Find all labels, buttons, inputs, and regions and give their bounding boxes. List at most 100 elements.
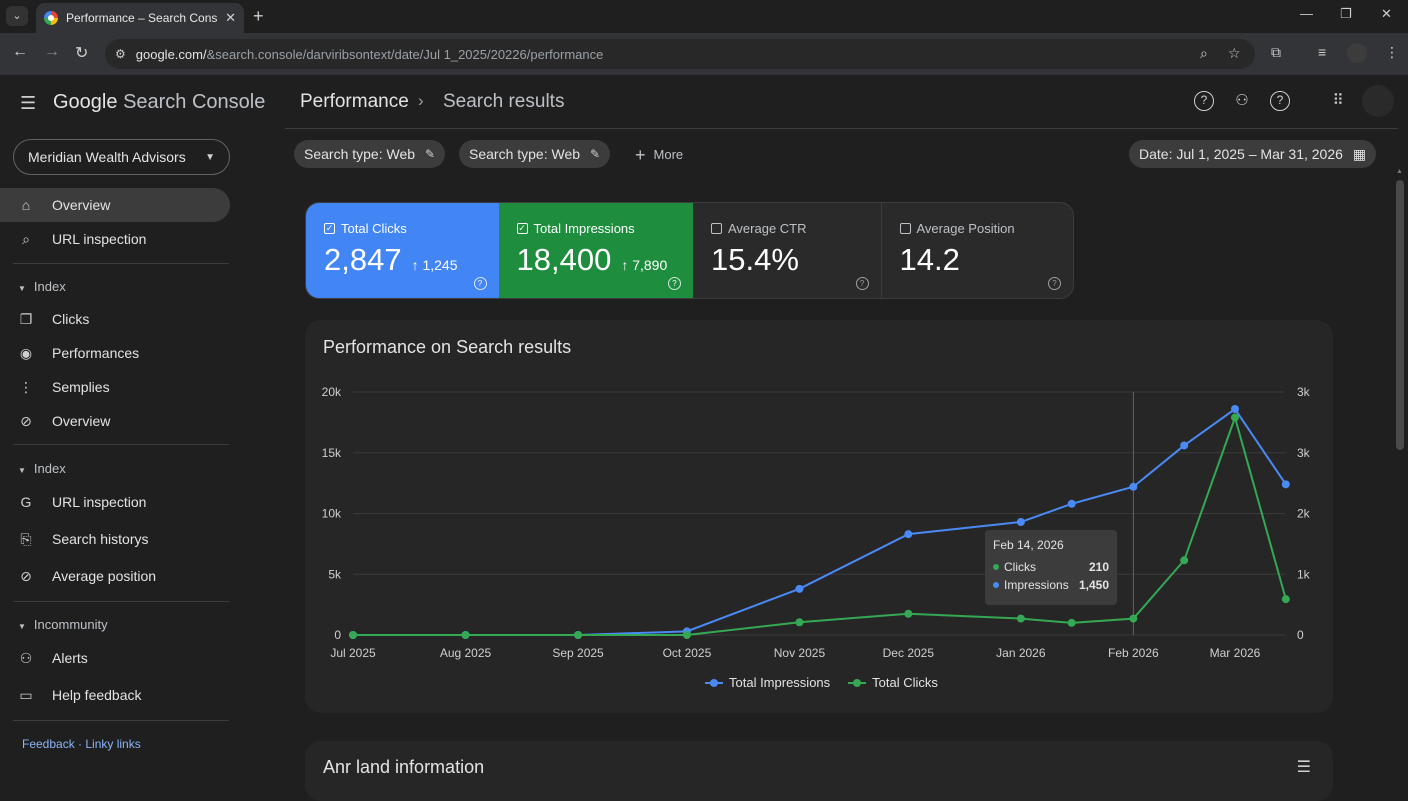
sidebar-item-url-inspection[interactable]: ⌕ URL inspection bbox=[0, 222, 230, 256]
search-type-chip-2[interactable]: Search type: Web ✎ bbox=[459, 140, 611, 168]
average-ctr-value: 15.4% bbox=[710, 242, 799, 277]
total-impressions-value: 18,400 bbox=[516, 242, 612, 277]
tab-title: Performance – Search Console bbox=[66, 11, 218, 25]
metric-card-average-ctr[interactable]: Average CTR 15.4% ? bbox=[693, 203, 882, 298]
reload-icon[interactable]: ↻ bbox=[75, 43, 88, 63]
browser-profile-avatar[interactable] bbox=[1347, 43, 1367, 63]
apps-grid-icon[interactable]: ⠿ bbox=[1328, 91, 1348, 111]
sidebar-item-search-historys[interactable]: ⎘ Search historys bbox=[0, 522, 230, 556]
metric-card-total-impressions[interactable]: ✓ Total Impressions 18,400 ↑ 7,890 ? bbox=[498, 203, 693, 298]
clicks-point bbox=[795, 618, 804, 627]
bookmark-star-icon[interactable]: ☆ bbox=[1228, 45, 1241, 62]
edit-pencil-icon: ✎ bbox=[425, 147, 436, 161]
x-tick-label: Feb 2026 bbox=[1108, 646, 1159, 660]
extensions-icon[interactable]: ⧉ bbox=[1271, 44, 1281, 61]
sidebar-section-incommunity[interactable]: ▼ Incommunity bbox=[18, 617, 108, 632]
sidebar: Meridian Wealth Advisors ▼ ⌂ Overview ⌕ … bbox=[0, 129, 242, 768]
calendar-icon: ▦ bbox=[1352, 145, 1367, 162]
sidebar-item-semplies[interactable]: ⋮ Semplies bbox=[0, 370, 230, 404]
pages-icon: ❐ bbox=[19, 310, 33, 327]
restore-icon[interactable]: ❐ bbox=[1340, 6, 1352, 22]
y-left-tick-label: 20k bbox=[322, 385, 342, 399]
clicks-point bbox=[574, 631, 583, 639]
metric-cards: ✓ Total Clicks 2,847 ↑ 1,245 ? ✓ Total Impr… bbox=[305, 202, 1074, 299]
users-settings-icon[interactable]: ⚇ bbox=[1232, 91, 1252, 111]
sidebar-item-clicks[interactable]: ❐ Clicks bbox=[0, 302, 230, 336]
edit-pencil-icon: ✎ bbox=[590, 147, 601, 161]
help-icon[interactable]: ? bbox=[1194, 91, 1214, 111]
total-impressions-delta: ↑ 7,890 bbox=[621, 257, 668, 273]
sidebar-divider bbox=[13, 720, 229, 721]
tab-close-icon[interactable]: ✕ bbox=[225, 10, 236, 26]
clicks-point bbox=[349, 631, 357, 639]
metric-card-average-position[interactable]: Average Position 14.2 ? bbox=[882, 203, 1074, 298]
back-arrow-icon[interactable]: ← bbox=[12, 43, 28, 61]
site-info-icon[interactable]: ⚙ bbox=[115, 47, 126, 61]
help-circle-icon[interactable]: ? bbox=[855, 277, 869, 290]
x-tick-label: Aug 2025 bbox=[440, 646, 492, 660]
impressions-point bbox=[1067, 499, 1076, 508]
y-right-tick-label: 1k bbox=[1297, 567, 1311, 581]
legend-total-clicks[interactable]: Total Clicks bbox=[848, 675, 938, 690]
search-console-logo[interactable]: Google Search Console bbox=[53, 91, 265, 114]
browser-tab[interactable]: Performance – Search Console ✕ bbox=[36, 3, 244, 33]
property-selector[interactable]: Meridian Wealth Advisors ▼ bbox=[13, 139, 230, 175]
clicks-point bbox=[1016, 614, 1025, 623]
sidebar-item-average-position[interactable]: ⊘ Average position bbox=[0, 559, 230, 593]
more-filters-button[interactable]: + More bbox=[635, 145, 683, 166]
new-tab-plus-icon[interactable]: + bbox=[253, 6, 264, 27]
checkbox-unchecked-icon[interactable] bbox=[710, 223, 722, 234]
forward-arrow-icon[interactable]: → bbox=[44, 43, 60, 61]
impressions-dot-icon bbox=[993, 582, 999, 588]
zoom-search-icon[interactable]: ⌕ bbox=[1200, 45, 1208, 62]
dropdown-caret-icon: ▼ bbox=[205, 151, 215, 163]
legend-total-impressions[interactable]: Total Impressions bbox=[705, 675, 830, 690]
browser-menu-icon[interactable]: ⋮ bbox=[1385, 44, 1399, 61]
help-circle-icon[interactable]: ? bbox=[1048, 277, 1061, 290]
clicks-point bbox=[1231, 413, 1239, 422]
sidebar-item-overview[interactable]: ⌂ Overview bbox=[0, 188, 230, 222]
tooltip-date: Feb 14, 2026 bbox=[993, 538, 1064, 552]
sidebar-item-help-feedback[interactable]: ▭ Help feedback bbox=[0, 678, 230, 712]
page-scrollbar[interactable] bbox=[1396, 180, 1404, 450]
tooltip-impressions-value: 1,450 bbox=[1078, 578, 1109, 592]
total-clicks-value: 2,847 bbox=[324, 242, 402, 277]
sidebar-item-performances[interactable]: ◉ Performances bbox=[0, 336, 230, 370]
x-tick-label: Jul 2025 bbox=[330, 646, 376, 660]
scroll-up-arrow-icon[interactable]: ▲ bbox=[1396, 168, 1403, 175]
people-icon: ⚇ bbox=[19, 649, 33, 666]
hamburger-menu-icon[interactable]: ☰ bbox=[20, 93, 36, 114]
metric-card-total-clicks[interactable]: ✓ Total Clicks 2,847 ↑ 1,245 ? bbox=[306, 203, 499, 298]
panel-menu-icon[interactable]: ☰ bbox=[1297, 757, 1311, 777]
support-icon[interactable]: ? bbox=[1270, 91, 1290, 111]
performance-chart[interactable]: 0 5k 10k 15k 20k 0 1k 2k 3k 3k Jul 2025 Aug 2025 Sep… bbox=[305, 320, 1333, 713]
sidebar-item-alerts[interactable]: ⚇ Alerts bbox=[0, 641, 230, 675]
address-bar[interactable]: ⚙ google.com/&search.console/darviribson… bbox=[105, 39, 1255, 69]
checkbox-checked-icon[interactable]: ✓ bbox=[516, 223, 528, 234]
checkbox-checked-icon[interactable]: ✓ bbox=[324, 223, 335, 234]
breadcrumb-performance[interactable]: Performance bbox=[300, 91, 409, 113]
sidebar-section-index[interactable]: ▼ Index bbox=[18, 279, 66, 294]
media-control-icon[interactable]: ≡ bbox=[1318, 44, 1326, 60]
tab-search-chevron-icon[interactable]: ⌄ bbox=[6, 6, 28, 26]
y-left-tick-label: 10k bbox=[322, 507, 342, 521]
sidebar-section-index-2[interactable]: ▼ Index bbox=[18, 461, 66, 476]
checkbox-unchecked-icon[interactable] bbox=[899, 223, 911, 234]
sidebar-item-url-inspection-2[interactable]: G URL inspection bbox=[0, 485, 230, 519]
window-close-icon[interactable]: ✕ bbox=[1381, 6, 1392, 22]
url-text: google.com/&search.console/darviribsonte… bbox=[135, 46, 604, 62]
plus-icon: + bbox=[635, 145, 646, 165]
help-circle-icon[interactable]: ? bbox=[667, 277, 681, 290]
account-avatar[interactable] bbox=[1362, 85, 1394, 117]
search-type-chip[interactable]: Search type: Web ✎ bbox=[294, 140, 446, 168]
impressions-point bbox=[1016, 518, 1025, 527]
sidebar-footer-links[interactable]: Feedback · Linky links bbox=[22, 737, 141, 751]
impressions-point bbox=[795, 584, 804, 593]
minimize-icon[interactable]: — bbox=[1300, 6, 1313, 21]
sidebar-item-overview-2[interactable]: ⊘ Overview bbox=[0, 404, 230, 438]
y-right-tick-label: 3k bbox=[1297, 385, 1311, 399]
chart-title: Performance on Search results bbox=[323, 337, 572, 357]
date-range-chip[interactable]: Date: Jul 1, 2025 – Mar 31, 2026 ▦ bbox=[1129, 140, 1377, 168]
help-circle-icon[interactable]: ? bbox=[473, 277, 487, 290]
impressions-point bbox=[1281, 480, 1290, 489]
